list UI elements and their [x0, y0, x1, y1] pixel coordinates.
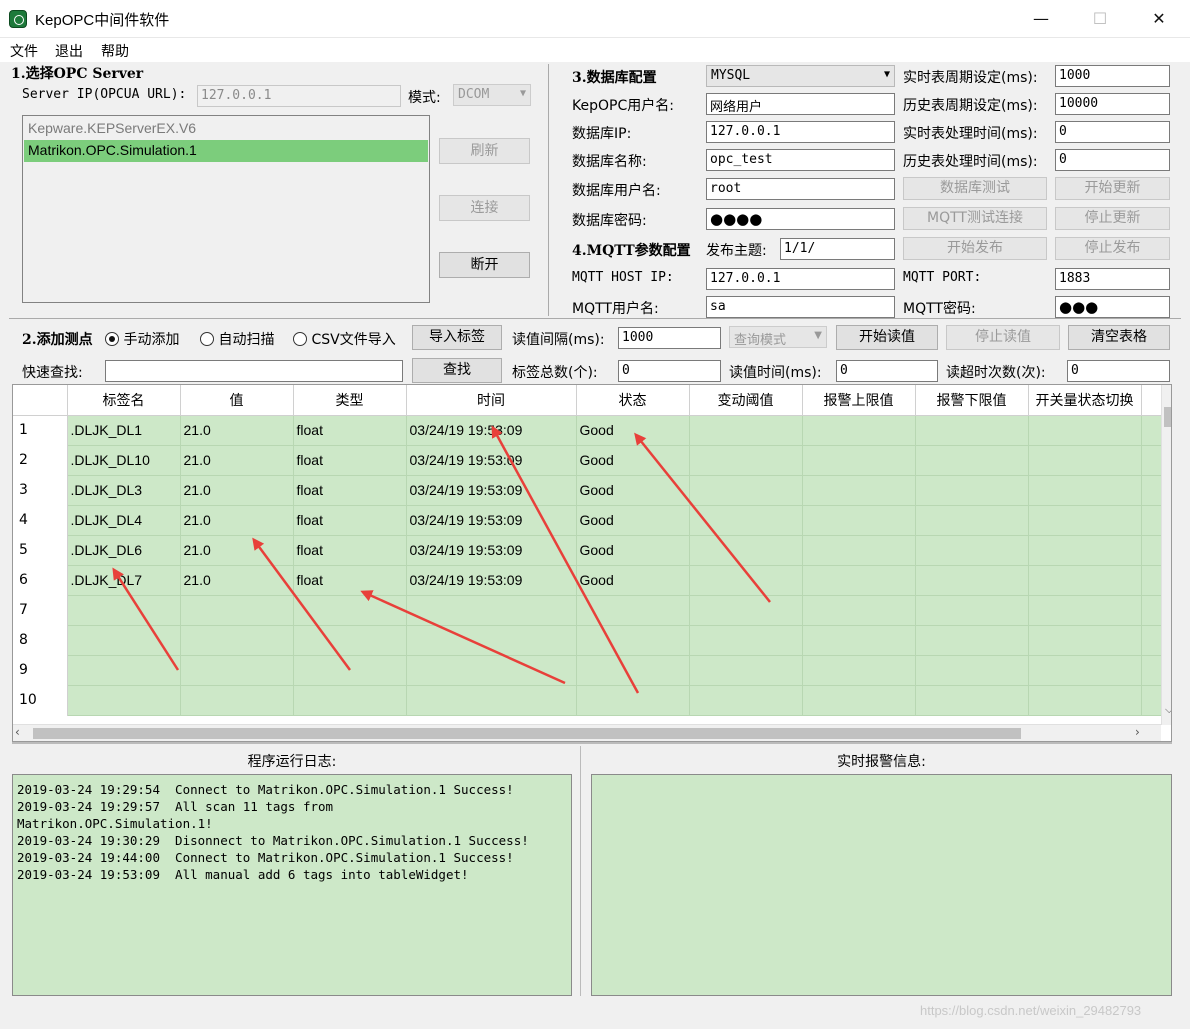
arrow-to-value: [252, 537, 352, 671]
arrow-to-tagname: [112, 567, 180, 671]
annotation-arrows: [112, 425, 771, 694]
arrow-to-time: [491, 425, 640, 694]
arrow-to-type: [360, 590, 566, 685]
arrow-to-status: [634, 432, 771, 603]
watermark: https://blog.csdn.net/weixin_29482793: [920, 1003, 1142, 1018]
